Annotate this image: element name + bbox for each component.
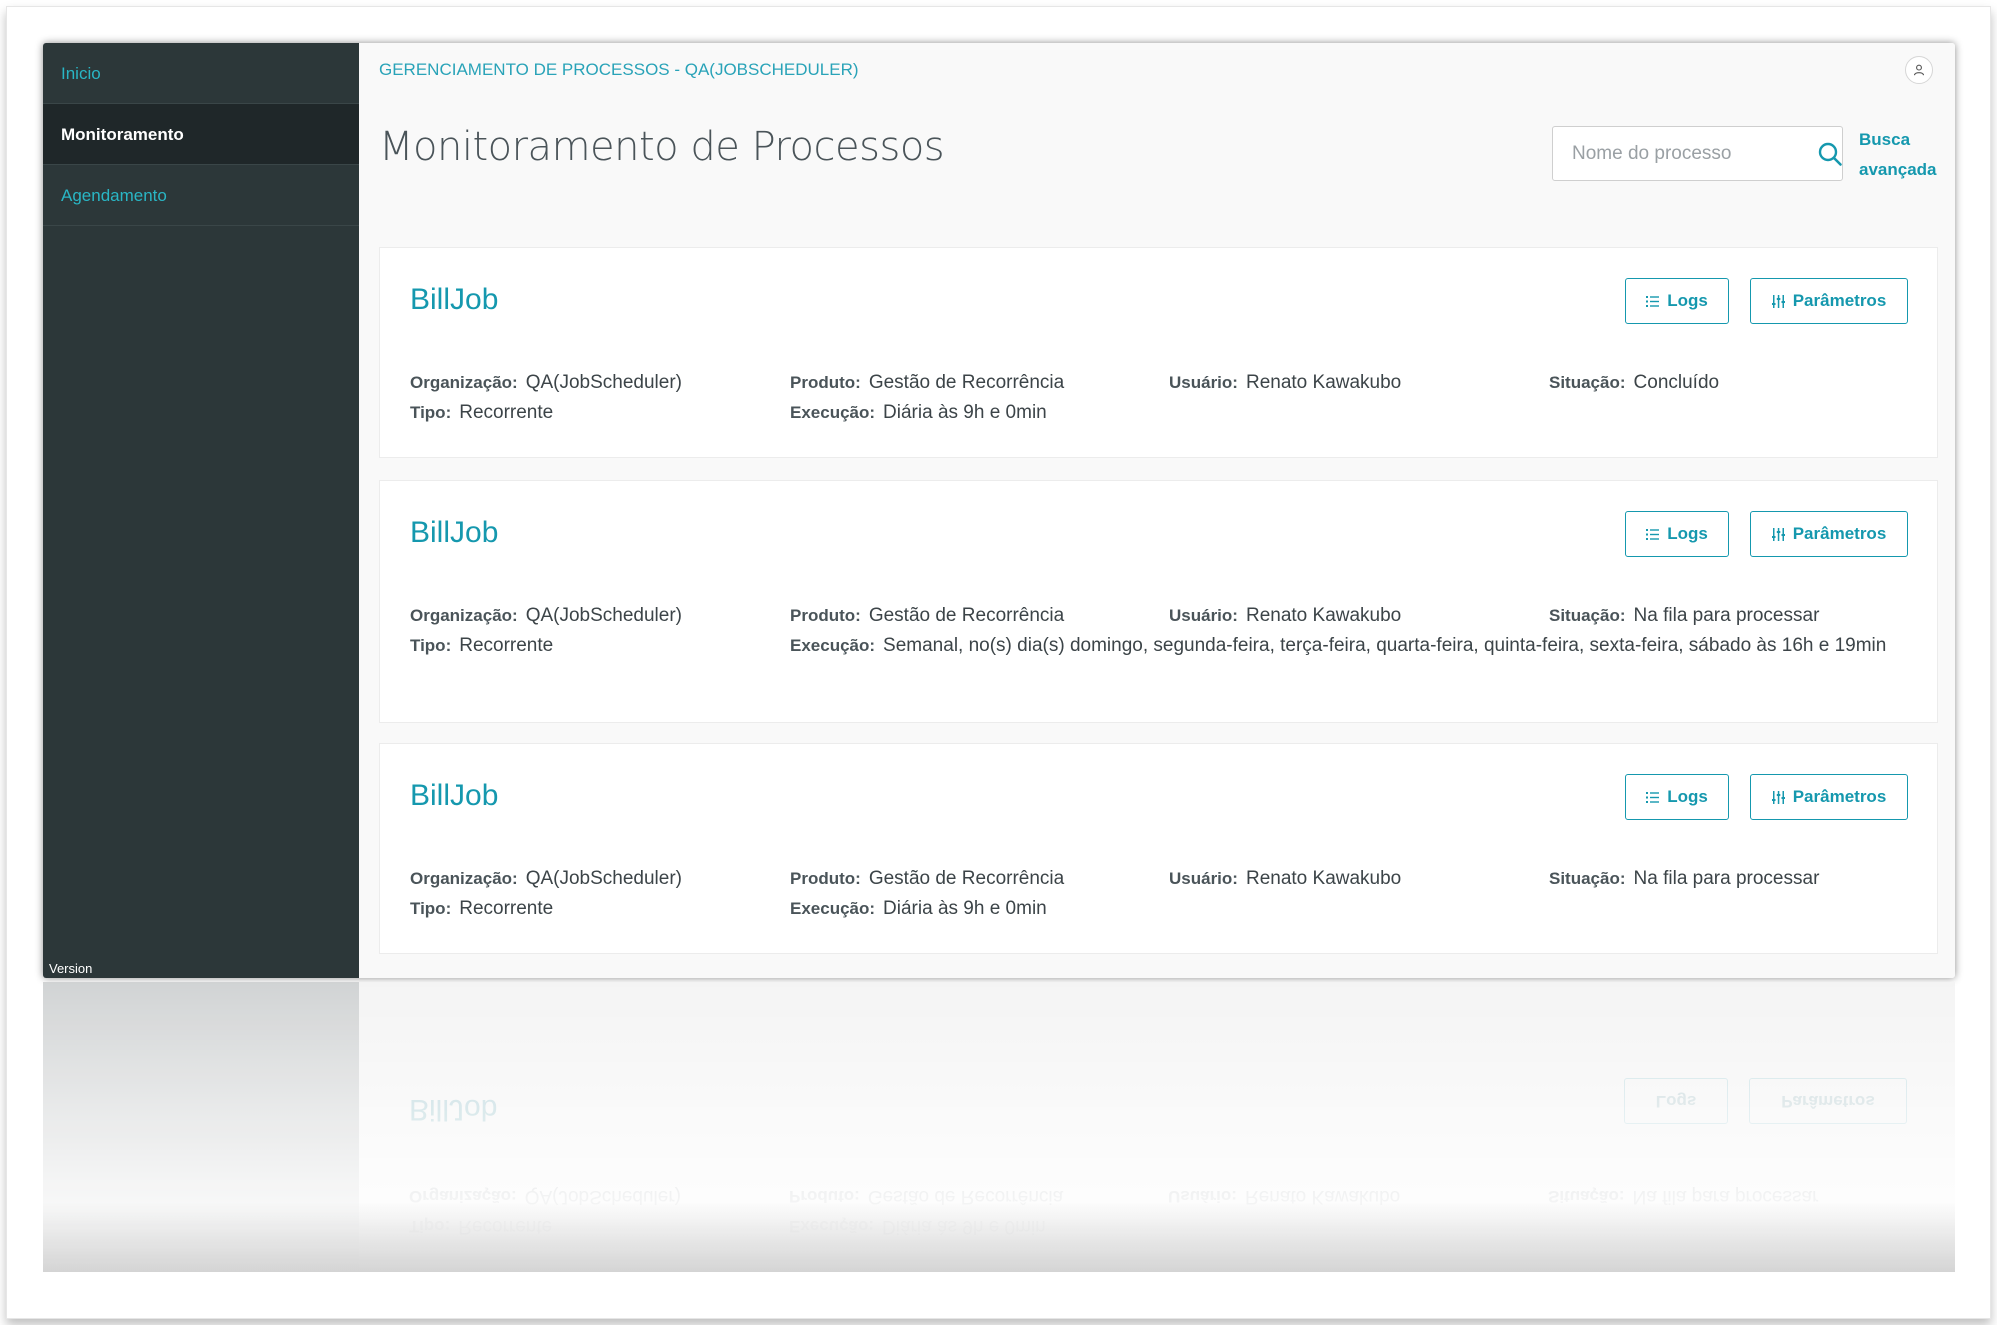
- job-card: BillJob Logs Parâmetros Organização: QA(J…: [379, 743, 1938, 954]
- value-tipo: Recorrente: [459, 898, 554, 919]
- value-usuario: Renato Kawakubo: [1245, 372, 1402, 393]
- job-name: BillJob: [410, 516, 499, 549]
- field-execucao: Execução: Diária às 9h e 0min: [790, 894, 1047, 924]
- parameters-label: Parâmetros: [1792, 787, 1887, 806]
- label-organizacao: Organização:: [410, 606, 518, 625]
- label-usuario: Usuário:: [1169, 373, 1238, 392]
- logs-button[interactable]: Logs: [1625, 511, 1729, 557]
- label-execucao: Execução:: [790, 403, 876, 422]
- value-produto: Gestão de Recorrência: [868, 372, 1065, 393]
- value-produto: Gestão de Recorrência: [868, 868, 1065, 889]
- value-execucao: Diária às 9h e 0min: [883, 402, 1047, 423]
- value-execucao: Diária às 9h e 0min: [883, 898, 1047, 919]
- version-label: Version: [49, 961, 93, 976]
- label-situacao: Situação:: [1549, 373, 1626, 392]
- breadcrumb[interactable]: GERENCIAMENTO DE PROCESSOS - QA(JOBSCHED…: [379, 60, 859, 80]
- label-tipo: Tipo:: [410, 636, 452, 655]
- value-situacao: Na fila para processar: [1633, 605, 1820, 626]
- label-produto: Produto:: [790, 606, 861, 625]
- parameters-button[interactable]: Parâmetros: [1750, 511, 1908, 557]
- sidebar: Inicio Monitoramento Agendamento Version: [43, 43, 359, 978]
- label-situacao: Situação:: [1549, 869, 1626, 888]
- main-content: GERENCIAMENTO DE PROCESSOS - QA(JOBSCHED…: [359, 43, 1955, 978]
- parameters-label: Parâmetros: [1792, 524, 1887, 543]
- label-execucao: Execução:: [790, 636, 876, 655]
- job-name: BillJob: [410, 779, 499, 812]
- search-box: [1552, 126, 1843, 181]
- advanced-search-link[interactable]: Busca avançada: [1859, 125, 1949, 185]
- value-execucao: Semanal, no(s) dia(s) domingo, segunda-f…: [883, 635, 1887, 656]
- logs-label: Logs: [1667, 787, 1708, 806]
- field-tipo: Tipo: Recorrente: [410, 398, 553, 428]
- label-organizacao: Organização:: [410, 373, 518, 392]
- value-situacao: Na fila para processar: [1633, 868, 1820, 889]
- field-organizacao: Organização: QA(JobScheduler): [410, 368, 682, 398]
- field-tipo: Tipo: Recorrente: [410, 631, 553, 661]
- label-execucao: Execução:: [790, 899, 876, 918]
- field-situacao: Situação: Na fila para processar: [1549, 601, 1819, 631]
- logs-label: Logs: [1667, 524, 1708, 543]
- reflection-shadow: [43, 1202, 1955, 1272]
- list-icon: [1646, 295, 1660, 307]
- value-produto: Gestão de Recorrência: [868, 605, 1065, 626]
- label-usuario: Usuário:: [1169, 606, 1238, 625]
- label-organizacao: Organização:: [410, 869, 518, 888]
- search-icon[interactable]: [1817, 141, 1843, 167]
- value-tipo: Recorrente: [459, 635, 554, 656]
- field-situacao: Situação: Na fila para processar: [1549, 864, 1819, 894]
- value-organizacao: QA(JobScheduler): [525, 868, 682, 889]
- search-input[interactable]: [1553, 142, 1817, 165]
- parameters-button[interactable]: Parâmetros: [1750, 278, 1908, 324]
- field-execucao: Execução: Diária às 9h e 0min: [790, 398, 1047, 428]
- field-produto: Produto: Gestão de Recorrência: [790, 601, 1064, 631]
- user-menu-button[interactable]: [1905, 56, 1933, 84]
- field-usuario: Usuário: Renato Kawakubo: [1169, 864, 1401, 894]
- sidebar-item-inicio[interactable]: Inicio: [43, 43, 359, 104]
- label-produto: Produto:: [790, 373, 861, 392]
- list-icon: [1646, 791, 1660, 803]
- page-title: Monitoramento de Processos: [379, 124, 945, 170]
- logs-button[interactable]: Logs: [1625, 278, 1729, 324]
- value-tipo: Recorrente: [459, 402, 554, 423]
- sliders-icon: [1771, 294, 1785, 308]
- logs-button[interactable]: Logs: [1625, 774, 1729, 820]
- field-produto: Produto: Gestão de Recorrência: [790, 864, 1064, 894]
- value-organizacao: QA(JobScheduler): [525, 372, 682, 393]
- parameters-label: Parâmetros: [1792, 291, 1887, 310]
- job-card: BillJob Logs Parâmetros Organização: QA(J…: [379, 480, 1938, 723]
- window-reflection: Version Tipo:Recorrente Execução:Diária …: [43, 982, 1955, 1272]
- advanced-search-label-1: Busca: [1859, 130, 1911, 149]
- logs-label: Logs: [1667, 291, 1708, 310]
- parameters-button[interactable]: Parâmetros: [1750, 774, 1908, 820]
- list-icon: [1646, 528, 1660, 540]
- field-execucao: Execução: Semanal, no(s) dia(s) domingo, …: [790, 631, 1910, 661]
- field-tipo: Tipo: Recorrente: [410, 894, 553, 924]
- value-situacao: Concluído: [1633, 372, 1720, 393]
- label-situacao: Situação:: [1549, 606, 1626, 625]
- label-tipo: Tipo:: [410, 403, 452, 422]
- field-produto: Produto: Gestão de Recorrência: [790, 368, 1064, 398]
- value-organizacao: QA(JobScheduler): [525, 605, 682, 626]
- field-organizacao: Organização: QA(JobScheduler): [410, 864, 682, 894]
- sidebar-item-agendamento[interactable]: Agendamento: [43, 165, 359, 226]
- field-usuario: Usuário: Renato Kawakubo: [1169, 601, 1401, 631]
- label-usuario: Usuário:: [1169, 869, 1238, 888]
- job-name: BillJob: [410, 283, 499, 316]
- value-usuario: Renato Kawakubo: [1245, 868, 1402, 889]
- app-window: Inicio Monitoramento Agendamento Version…: [43, 43, 1955, 978]
- field-situacao: Situação: Concluído: [1549, 368, 1719, 398]
- label-tipo: Tipo:: [410, 899, 452, 918]
- job-card: BillJob Logs Parâmetros Organização: QA(J…: [379, 247, 1938, 458]
- sliders-icon: [1771, 790, 1785, 804]
- user-icon: [1913, 64, 1925, 76]
- label-produto: Produto:: [790, 869, 861, 888]
- advanced-search-label-2: avançada: [1859, 160, 1937, 179]
- value-usuario: Renato Kawakubo: [1245, 605, 1402, 626]
- sidebar-item-monitoramento[interactable]: Monitoramento: [43, 104, 359, 165]
- sliders-icon: [1771, 527, 1785, 541]
- field-usuario: Usuário: Renato Kawakubo: [1169, 368, 1401, 398]
- field-organizacao: Organização: QA(JobScheduler): [410, 601, 682, 631]
